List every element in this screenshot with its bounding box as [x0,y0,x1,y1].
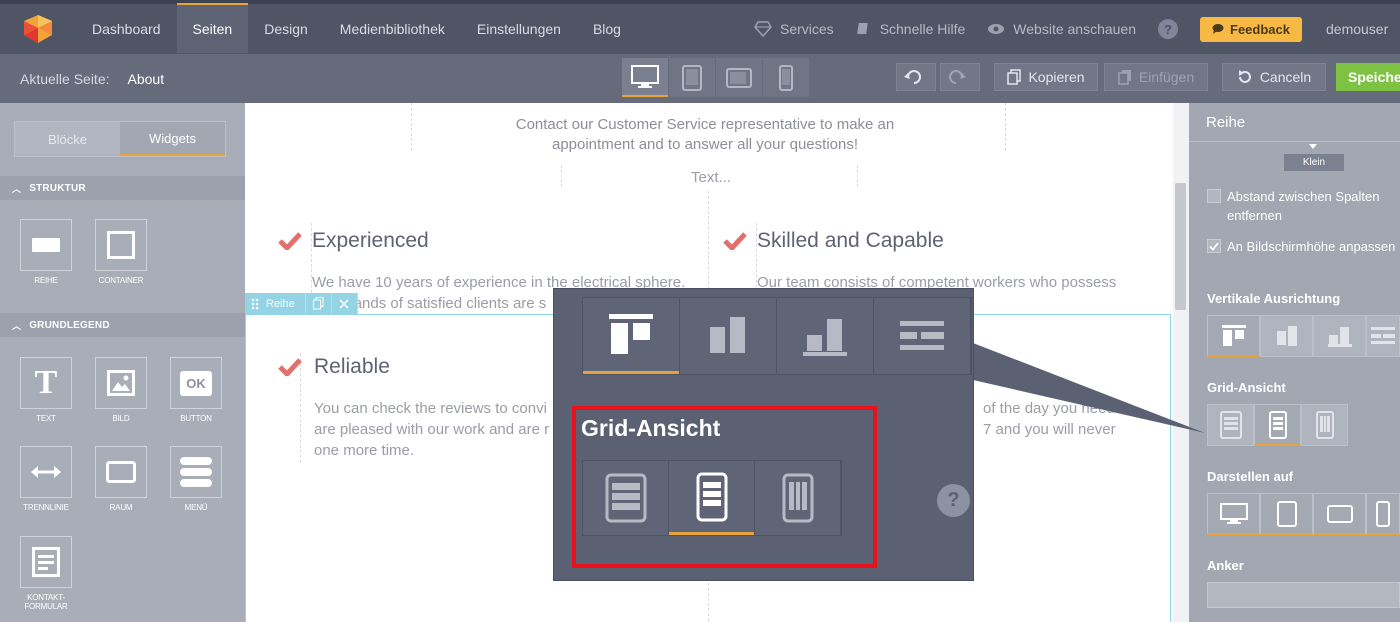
highlight-box [572,406,877,568]
align-top-icon [609,313,653,354]
zoom-help-icon: ? [937,484,970,517]
align-stretch-icon [710,317,745,353]
zoom-valign-stretch [680,298,776,374]
zoom-valign-top [583,298,679,374]
zoom-valign-distribute [874,298,970,374]
zoom-valign-options [582,297,972,375]
align-distribute-icon [900,321,944,350]
align-bottom-icon [803,319,847,356]
zoom-valign-bottom [777,298,873,374]
